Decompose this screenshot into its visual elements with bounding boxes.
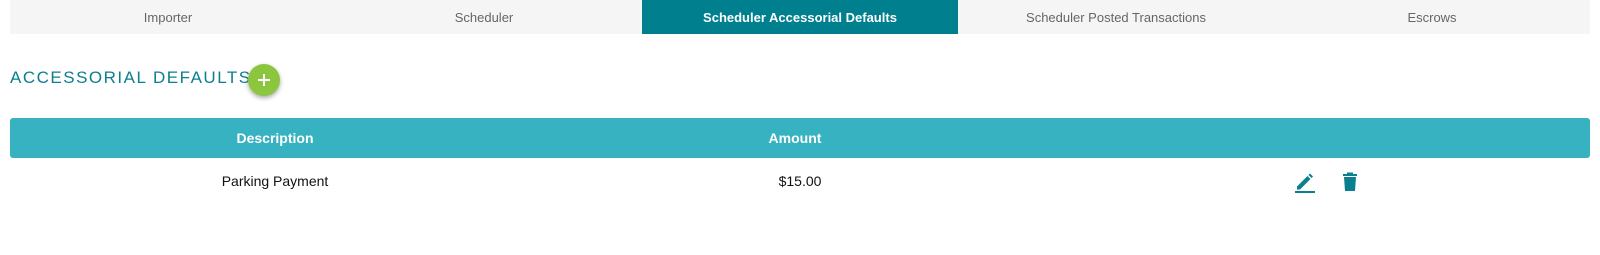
edit-icon (1295, 173, 1315, 193)
tab-bar: Importer Scheduler Scheduler Accessorial… (10, 0, 1590, 34)
add-accessorial-button[interactable] (248, 64, 280, 96)
tab-escrows[interactable]: Escrows (1274, 0, 1590, 34)
column-header-amount[interactable]: Amount (769, 118, 822, 158)
table-row: Parking Payment $15.00 (10, 160, 1590, 202)
cell-description: Parking Payment (221, 173, 329, 189)
tab-importer[interactable]: Importer (10, 0, 326, 34)
table-header: Description Amount (10, 118, 1590, 158)
cell-amount: $15.00 (778, 173, 822, 189)
delete-icon (1343, 172, 1357, 191)
tab-scheduler[interactable]: Scheduler (326, 0, 642, 34)
edit-button[interactable] (1293, 170, 1317, 194)
plus-icon (258, 74, 270, 86)
tab-scheduler-accessorial-defaults[interactable]: Scheduler Accessorial Defaults (642, 0, 958, 34)
column-header-description[interactable]: Description (236, 118, 313, 158)
delete-button[interactable] (1338, 170, 1362, 194)
tab-scheduler-posted-transactions[interactable]: Scheduler Posted Transactions (958, 0, 1274, 34)
section-title: ACCESSORIAL DEFAULTS (10, 68, 252, 87)
